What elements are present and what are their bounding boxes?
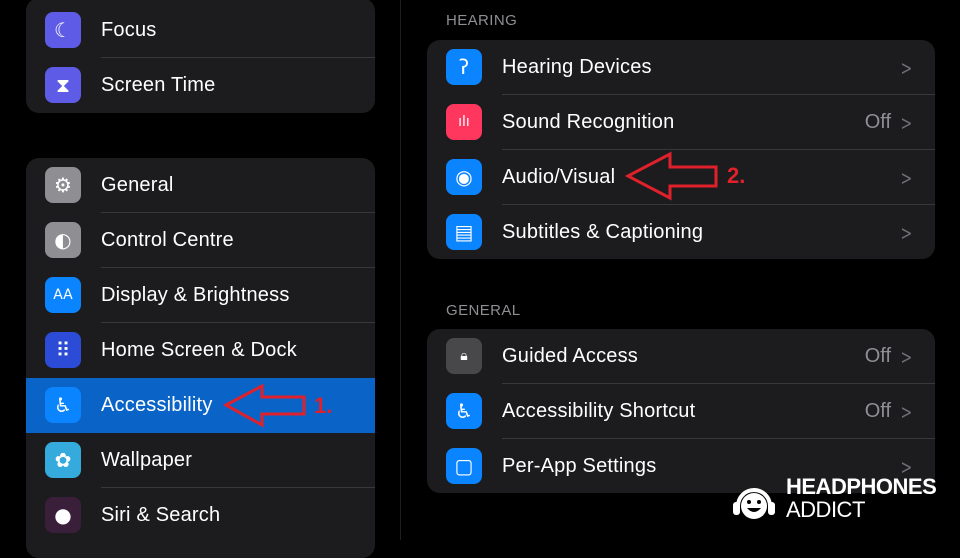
siri-icon: ● [45,497,81,533]
sidebar-item-focus[interactable]: ☾ Focus [26,3,375,58]
chevron-right-icon: > [900,55,913,80]
sidebar-item-home-screen-dock[interactable]: ⠿ Home Screen & Dock [26,323,375,378]
setting-guided-access[interactable]: 🔒︎ Guided Access Off > [427,329,935,384]
flower-icon: ✿ [45,442,81,478]
arrow-annotation-1 [222,383,306,428]
headphones-face-icon [733,488,775,519]
chevron-right-icon: > [900,220,913,245]
chevron-right-icon: > [900,165,913,190]
row-value: Off [864,111,891,133]
row-label: Subtitles & Captioning [502,221,704,243]
hourglass-icon: ⧗ [45,67,81,103]
sidebar-group-2: ⚙ General ◐ Control Centre AA Display & Brigh… [26,158,375,558]
setting-sound-recognition[interactable]: ılı Sound Recognition Off > [427,95,935,150]
row-label: Screen Time [101,74,216,96]
section-header-hearing: HEARING [446,12,518,29]
home-grid-icon: ⠿ [45,332,81,368]
general-group: 🔒︎ Guided Access Off > ♿ Accessibility Shortc… [427,329,935,493]
speaker-eye-icon: ◉ [446,159,482,195]
toggles-icon: ◐ [45,222,81,258]
row-label: Hearing Devices [502,56,652,78]
text-size-icon: AA [45,277,81,313]
sidebar-group-1: ☾ Focus ⧗ Screen Time [26,0,375,113]
row-label: Accessibility Shortcut [502,400,696,422]
logo-text-line2: ADDICT [786,497,865,522]
sound-wave-icon: ılı [446,104,482,140]
arrow-annotation-2 [624,151,718,201]
chevron-right-icon: > [900,399,913,424]
row-label: Home Screen & Dock [101,339,297,361]
row-label: Wallpaper [101,449,193,471]
row-label: Accessibility [101,394,213,416]
row-value: Off [864,400,891,422]
caption-bubble-icon: ▤ [446,214,482,250]
sidebar-item-general[interactable]: ⚙ General [26,158,375,213]
sidebar-item-display-brightness[interactable]: AA Display & Brightness [26,268,375,323]
lock-icon: 🔒︎ [446,338,482,374]
sidebar-item-wallpaper[interactable]: ✿ Wallpaper [26,433,375,488]
ear-icon: ʔ [446,49,482,85]
sidebar-item-control-centre[interactable]: ◐ Control Centre [26,213,375,268]
chevron-right-icon: > [900,344,913,369]
step-2-label: 2. [727,163,746,188]
setting-subtitles-captioning[interactable]: ▤ Subtitles & Captioning > [427,205,935,259]
app-check-icon: ▢ [446,448,482,484]
row-value: Off [864,345,891,367]
sidebar-divider [400,0,401,540]
sidebar-item-siri-search[interactable]: ● Siri & Search [26,488,375,543]
section-header-general: GENERAL [446,302,521,319]
row-label: Audio/Visual [502,166,616,188]
sidebar-item-screen-time[interactable]: ⧗ Screen Time [26,58,375,113]
accessibility-icon: ♿ [446,393,482,429]
accessibility-icon: ♿ [45,387,81,423]
row-label: General [101,174,174,196]
headphones-addict-logo: HEADPHONES ADDICT [730,474,940,524]
row-label: Per-App Settings [502,455,657,477]
moon-icon: ☾ [45,12,81,48]
row-label: Focus [101,19,157,41]
chevron-right-icon: > [900,110,913,135]
row-label: Sound Recognition [502,111,675,133]
setting-hearing-devices[interactable]: ʔ Hearing Devices > [427,40,935,95]
row-label: Control Centre [101,229,234,251]
row-label: Siri & Search [101,504,221,526]
setting-accessibility-shortcut[interactable]: ♿ Accessibility Shortcut Off > [427,384,935,439]
row-label: Display & Brightness [101,284,290,306]
gear-icon: ⚙ [45,167,81,203]
step-1-label: 1. [314,393,333,418]
row-label: Guided Access [502,345,639,367]
